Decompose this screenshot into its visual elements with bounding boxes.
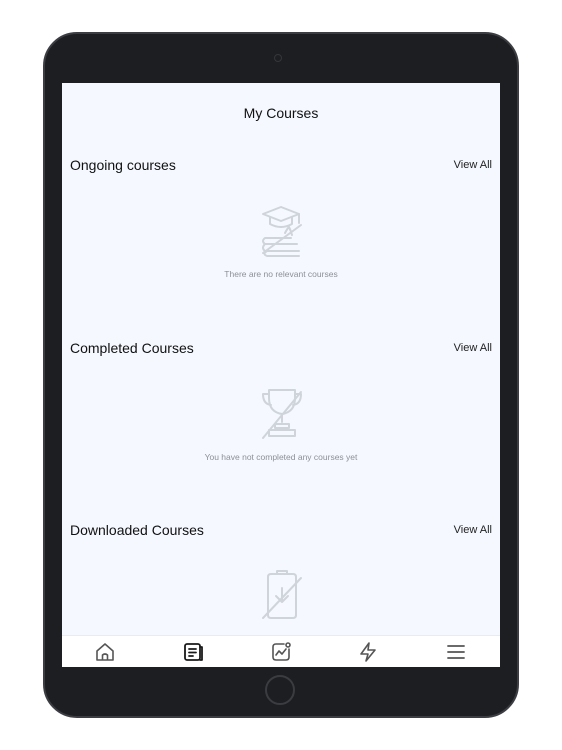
menu-icon[interactable] (445, 641, 467, 663)
empty-state-ongoing: There are no relevant courses (224, 269, 338, 279)
view-all-downloaded-link[interactable]: View All (454, 524, 492, 536)
lightning-icon[interactable] (357, 641, 379, 663)
section-title-completed: Completed Courses (70, 340, 194, 356)
empty-state-completed: You have not completed any courses yet (204, 452, 358, 462)
app-screen: My Courses Ongoing courses View All Ther… (62, 83, 500, 667)
download-device-icon (262, 570, 302, 619)
section-title-downloaded: Downloaded Courses (70, 522, 204, 538)
page-title: My Courses (243, 105, 319, 121)
view-all-completed-link[interactable]: View All (454, 342, 492, 354)
progress-chart-icon[interactable] (270, 641, 292, 663)
graduation-books-icon (262, 206, 302, 257)
trophy-icon (262, 389, 302, 439)
section-title-ongoing: Ongoing courses (70, 157, 176, 173)
camera-dot (274, 54, 282, 62)
bottom-tab-bar (62, 635, 500, 667)
home-hardware-button[interactable] (265, 675, 295, 705)
courses-icon[interactable] (182, 641, 204, 663)
view-all-ongoing-link[interactable]: View All (454, 159, 492, 171)
home-icon[interactable] (94, 641, 116, 663)
